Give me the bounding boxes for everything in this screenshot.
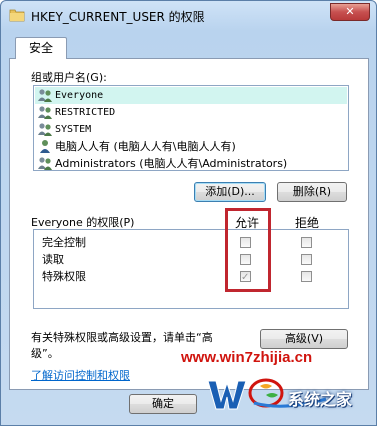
remove-button[interactable]: 删除(R) [277, 182, 347, 202]
list-item[interactable]: Everyone [35, 87, 347, 104]
tab-security[interactable]: 安全 [15, 37, 67, 59]
close-button[interactable]: ✕ [330, 3, 370, 21]
advanced-text-line2: 级”。 [31, 347, 59, 360]
list-item[interactable]: SYSTEM [35, 121, 347, 138]
table-row: 完全控制 [34, 234, 348, 251]
ok-button[interactable]: 确定 [129, 394, 197, 414]
permissions-list: 完全控制 读取 特殊权限 [33, 229, 349, 309]
groups-label: 组或用户名(G): [31, 71, 107, 84]
users-group-icon [38, 106, 52, 119]
allow-column-highlight [225, 208, 271, 292]
list-item[interactable]: 电脑人人有 (电脑人人有\电脑人人有) [35, 138, 347, 155]
watermark-site-name: 系统之家 [288, 390, 353, 409]
user-name: RESTRICTED [55, 107, 116, 118]
list-item[interactable]: Administrators (电脑人人有\Administrators) [35, 155, 347, 172]
user-list[interactable]: Everyone RESTRICTED SYSTEM 电脑人人有 (电脑人人有\… [33, 85, 349, 171]
deny-special-checkbox[interactable] [301, 271, 312, 282]
folder-icon [9, 9, 25, 22]
title-bar[interactable]: HKEY_CURRENT_USER 的权限 ✕ [1, 1, 376, 31]
permissions-dialog: HKEY_CURRENT_USER 的权限 ✕ 安全 组或用户名(G): Eve… [0, 0, 377, 426]
users-group-icon [38, 89, 52, 102]
advanced-text-line1: 有关特殊权限或高级设置，请单击“高 [31, 331, 213, 344]
table-row: 读取 [34, 251, 348, 268]
user-name: SYSTEM [55, 124, 92, 135]
deny-read-checkbox[interactable] [301, 254, 312, 265]
user-icon [40, 140, 50, 153]
user-name: Administrators (电脑人人有\Administrators) [55, 157, 288, 170]
table-row: 特殊权限 [34, 268, 348, 286]
permission-name: 读取 [42, 253, 64, 266]
user-name: Everyone [55, 90, 104, 101]
list-item[interactable]: RESTRICTED [35, 104, 347, 121]
user-name: 电脑人人有 (电脑人人有\电脑人人有) [55, 140, 236, 153]
deny-full-control-checkbox[interactable] [301, 237, 312, 248]
users-group-icon [38, 123, 52, 136]
advanced-button[interactable]: 高级(V) [260, 329, 348, 349]
help-link[interactable]: 了解访问控制和权限 [31, 367, 130, 383]
window-title: HKEY_CURRENT_USER 的权限 [31, 10, 205, 24]
permissions-label: Everyone 的权限(P) [31, 216, 135, 229]
add-button[interactable]: 添加(D)... [194, 182, 266, 202]
watermark-url: www.win7zhijia.cn [181, 349, 313, 366]
permission-name: 完全控制 [42, 236, 86, 249]
users-group-icon [38, 157, 52, 170]
permission-name: 特殊权限 [42, 270, 86, 283]
